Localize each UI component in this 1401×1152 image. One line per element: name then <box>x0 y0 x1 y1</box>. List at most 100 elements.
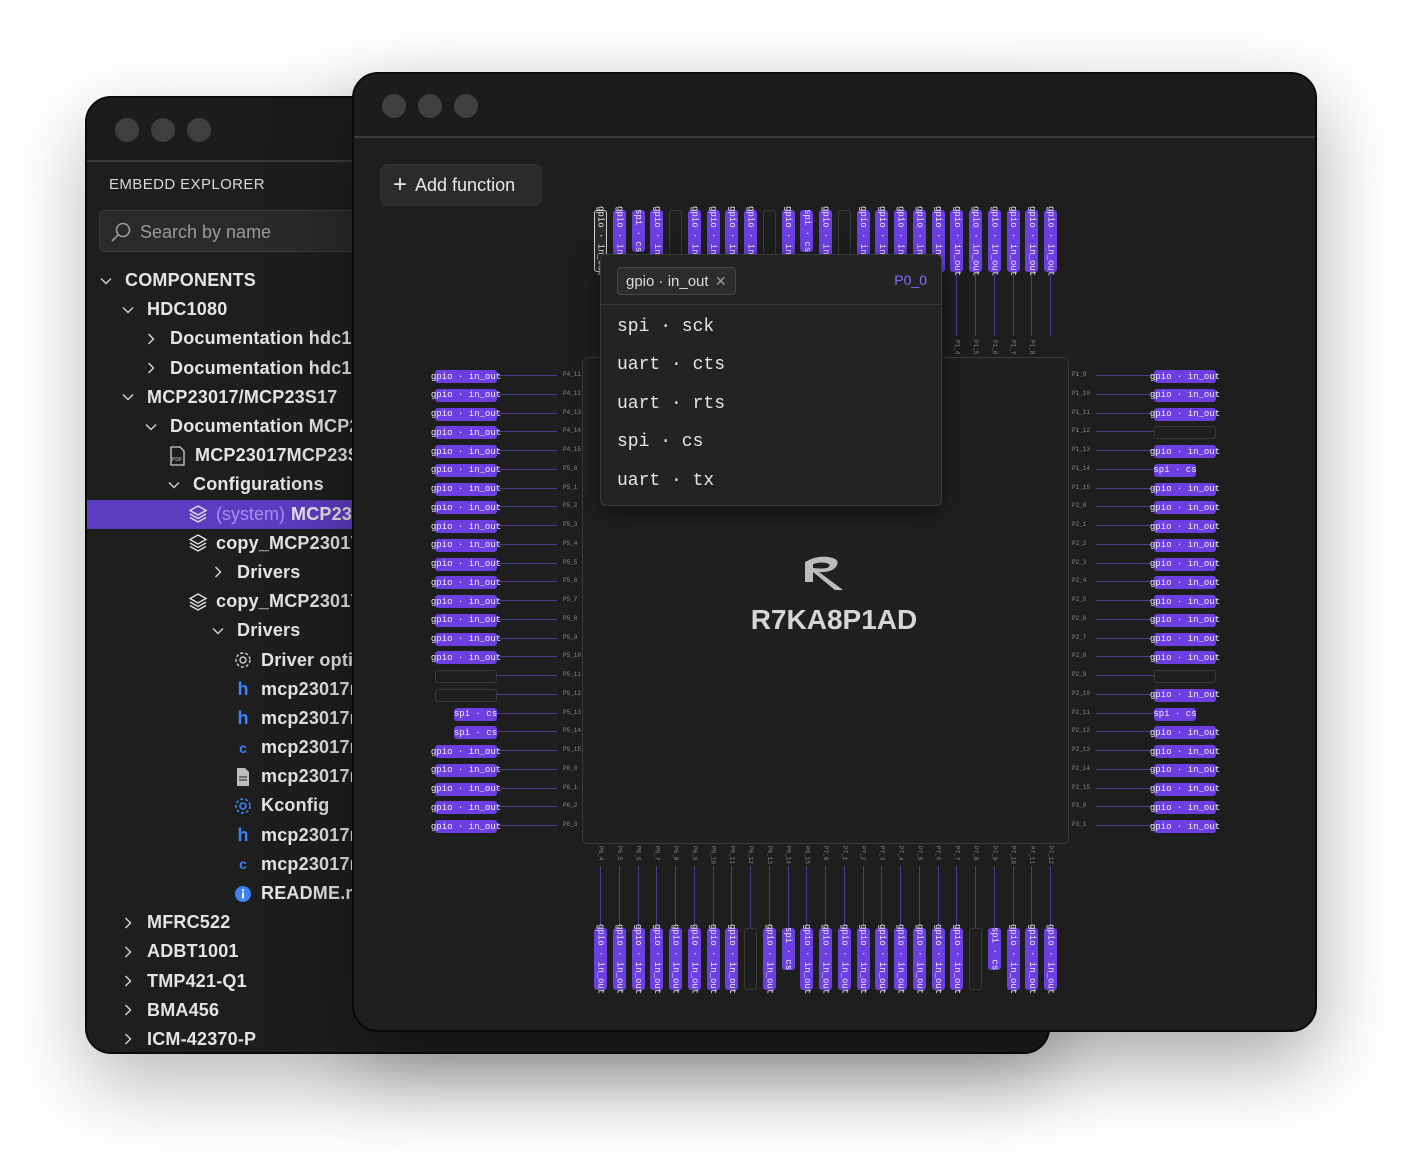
pin-function-chip[interactable]: gpio · in_out <box>650 924 664 994</box>
pin-function-chip[interactable]: gpio · in_out <box>431 482 501 496</box>
pin-function-chip[interactable]: gpio · in_out <box>1150 595 1220 608</box>
pin-function-chip[interactable]: gpio · in_out <box>894 924 907 994</box>
pin-function-chip[interactable]: spi · cs <box>1153 463 1197 477</box>
pin-function-chip[interactable]: gpio · in_out <box>969 206 982 276</box>
pin-function-chip[interactable]: gpio · in_out <box>431 782 501 796</box>
pin-function-chip[interactable]: spi · cs <box>631 209 645 253</box>
remove-tag-icon[interactable]: ✕ <box>715 273 727 290</box>
pin-function-chip[interactable]: gpio · in_out <box>1150 820 1220 833</box>
pin-function-chip[interactable]: spi · cs <box>781 927 795 971</box>
pin-function-chip[interactable]: gpio · in_out <box>856 924 870 994</box>
chevron-right-icon[interactable] <box>121 1003 135 1017</box>
pin-function-chip[interactable]: gpio · in_out <box>1150 501 1220 515</box>
pin-function-chip[interactable]: gpio · in_out <box>1150 745 1220 758</box>
pin-function-chip[interactable]: gpio · in_out <box>1150 801 1220 815</box>
pin-function-chip[interactable]: gpio · in_out <box>431 445 501 458</box>
pin-function-chip[interactable]: gpio · in_out <box>431 613 501 627</box>
pin-function-chip[interactable]: gpio · in_out <box>431 801 501 815</box>
pin-function-chip[interactable]: gpio · in_out <box>1150 538 1220 552</box>
pin-function-chip[interactable]: gpio · in_out <box>431 820 501 833</box>
pin-function-chip[interactable]: gpio · in_out <box>431 370 501 383</box>
pin-function-chip[interactable] <box>969 928 982 990</box>
pin-function-chip[interactable]: gpio · in_out <box>1150 388 1220 402</box>
pin-function-chip[interactable]: spi · cs <box>1153 707 1197 721</box>
pin-function-chip[interactable] <box>744 928 757 990</box>
function-option[interactable]: uart · tx <box>617 471 714 491</box>
chevron-down-icon[interactable] <box>211 624 225 638</box>
pin-function-chip[interactable]: gpio · in_out <box>431 557 501 571</box>
pin-function-chip[interactable] <box>1154 670 1216 683</box>
chevron-down-icon[interactable] <box>99 274 113 288</box>
pin-function-chip[interactable]: gpio · in_out <box>1150 726 1220 740</box>
chevron-right-icon[interactable] <box>121 974 135 988</box>
pin-function-chip[interactable]: gpio · in_out <box>1025 924 1039 994</box>
function-option[interactable]: uart · cts <box>617 355 725 375</box>
pin-function-chip[interactable]: gpio · in_out <box>950 206 964 276</box>
pin-function-chip[interactable]: gpio · in_out <box>1150 651 1220 665</box>
pin-function-chip[interactable]: spi · cs <box>987 927 1001 971</box>
pin-function-chip[interactable]: gpio · in_out <box>1150 407 1220 421</box>
chevron-right-icon[interactable] <box>121 1032 135 1046</box>
pin-function-chip[interactable]: gpio · in_out <box>725 924 739 994</box>
pin-function-chip[interactable]: gpio · in_out <box>1150 520 1220 533</box>
pin-function-chip[interactable]: gpio · in_out <box>931 924 945 994</box>
pin-function-chip[interactable]: gpio · in_out <box>612 924 626 994</box>
pin-function-chip[interactable]: gpio · in_out <box>431 407 501 421</box>
minimize-window-button[interactable] <box>418 94 442 118</box>
pin-function-chip[interactable]: gpio · in_out <box>1150 632 1220 646</box>
pin-function-chip[interactable]: gpio · in_out <box>431 595 501 608</box>
pin-function-chip[interactable]: gpio · in_out <box>631 924 645 994</box>
pin-function-chip[interactable]: gpio · in_out <box>1150 763 1220 777</box>
pin-function-chip[interactable]: gpio · in_out <box>1150 613 1220 627</box>
pin-function-chip[interactable]: spi · cs <box>800 209 814 253</box>
function-option[interactable]: spi · cs <box>617 432 703 452</box>
pin-function-chip[interactable]: gpio · in_out <box>669 924 682 994</box>
chevron-down-icon[interactable] <box>121 303 135 317</box>
chevron-down-icon[interactable] <box>144 420 158 434</box>
pin-function-chip[interactable] <box>435 670 497 683</box>
pin-function-chip[interactable]: gpio · in_out <box>1006 924 1020 994</box>
pin-function-chip[interactable]: gpio · in_out <box>875 924 889 994</box>
pin-function-chip[interactable]: gpio · in_out <box>837 924 851 994</box>
selected-function-tag[interactable]: gpio · in_out ✕ <box>617 267 736 295</box>
pin-function-chip[interactable]: gpio · in_out <box>431 632 501 646</box>
pin-function-chip[interactable]: gpio · in_out <box>762 924 776 994</box>
pin-function-chip[interactable]: gpio · in_out <box>819 924 832 994</box>
pin-function-chip[interactable]: gpio · in_out <box>431 501 501 515</box>
pin-function-chip[interactable]: spi · cs <box>454 726 497 740</box>
minimize-window-button[interactable] <box>151 118 175 142</box>
pin-function-chip[interactable]: gpio · in_out <box>594 924 607 994</box>
function-option[interactable]: uart · rts <box>617 394 725 414</box>
pin-function-chip[interactable]: gpio · in_out <box>912 924 926 994</box>
pin-function-chip[interactable]: gpio · in_out <box>706 924 720 994</box>
pin-function-chip[interactable]: gpio · in_out <box>1150 688 1220 702</box>
pin-function-chip[interactable]: gpio · in_out <box>431 426 501 440</box>
pin-function-chip[interactable] <box>1154 426 1216 440</box>
chevron-right-icon[interactable] <box>121 945 135 959</box>
pin-function-chip[interactable]: gpio · in_out <box>431 463 501 477</box>
chevron-down-icon[interactable] <box>121 390 135 404</box>
pin-function-chip[interactable]: gpio · in_out <box>1025 206 1039 276</box>
pin-function-chip[interactable]: gpio · in_out <box>431 520 501 533</box>
pin-function-chip[interactable]: gpio · in_out <box>950 924 964 994</box>
pin-function-chip[interactable]: gpio · in_out <box>1150 557 1220 571</box>
function-option[interactable]: spi · sck <box>617 317 714 337</box>
chevron-right-icon[interactable] <box>211 565 225 579</box>
chevron-down-icon[interactable] <box>167 478 181 492</box>
pin-function-chip[interactable]: gpio · in_out <box>800 924 814 994</box>
pin-function-chip[interactable]: gpio · in_out <box>1150 445 1220 458</box>
maximize-window-button[interactable] <box>187 118 211 142</box>
pin-function-chip[interactable]: gpio · in_out <box>1150 782 1220 796</box>
pin-function-chip[interactable]: gpio · in_out <box>1150 370 1220 383</box>
pin-function-chip[interactable]: gpio · in_out <box>431 388 501 402</box>
pin-function-chip[interactable]: gpio · in_out <box>431 538 501 552</box>
close-window-button[interactable] <box>115 118 139 142</box>
chevron-right-icon[interactable] <box>121 916 135 930</box>
pin-function-chip[interactable]: gpio · in_out <box>1044 924 1057 994</box>
pin-function-chip[interactable]: gpio · in_out <box>431 745 501 758</box>
pin-function-chip[interactable]: gpio · in_out <box>431 651 501 665</box>
chevron-right-icon[interactable] <box>144 332 158 346</box>
pin-function-chip[interactable]: gpio · in_out <box>687 924 701 994</box>
add-function-button[interactable]: + Add function <box>380 164 542 206</box>
close-window-button[interactable] <box>382 94 406 118</box>
